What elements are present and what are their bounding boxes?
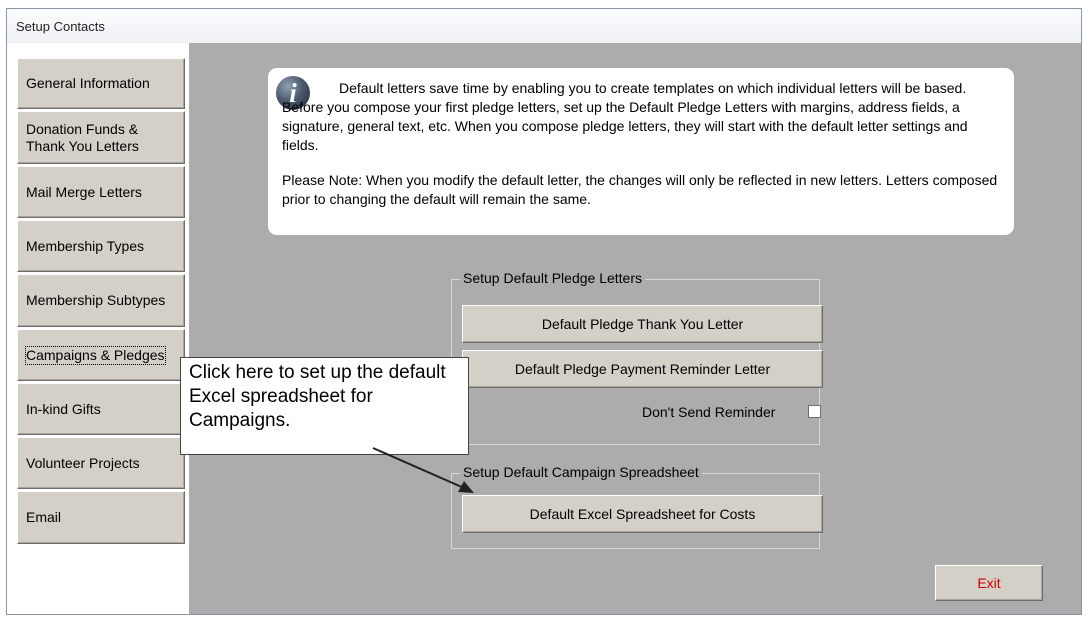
sidebar-item-label: Membership Types — [26, 237, 145, 254]
group-title: Setup Default Campaign Spreadsheet — [460, 464, 702, 480]
info-note: Please Note: When you modify the default… — [282, 172, 998, 207]
sidebar-item-campaigns-pledges[interactable]: Campaigns & Pledges — [17, 329, 185, 381]
group-title: Setup Default Pledge Letters — [460, 270, 646, 286]
sidebar-item-email[interactable]: Email — [17, 491, 185, 544]
exit-button[interactable]: Exit — [935, 565, 1043, 601]
sidebar-item-membership-types[interactable]: Membership Types — [17, 220, 185, 272]
default-pledge-thank-you-button[interactable]: Default Pledge Thank You Letter — [462, 305, 823, 343]
sidebar-item-in-kind-gifts[interactable]: In-kind Gifts — [17, 383, 185, 435]
main-content: i Default letters save time by enabling … — [189, 43, 1081, 614]
sidebar-item-general-information[interactable]: General Information — [17, 58, 185, 109]
sidebar-item-label: Email — [26, 509, 62, 525]
sidebar-item-label: General Information — [26, 75, 150, 91]
callout-annotation: Click here to set up the default Excel s… — [180, 357, 469, 455]
info-paragraph: Default letters save time by enabling yo… — [282, 80, 968, 153]
sidebar-item-label: In-kind Gifts — [26, 400, 101, 417]
sidebar-item-label: Volunteer Projects — [26, 454, 140, 471]
sidebar-item-mail-merge-letters[interactable]: Mail Merge Letters — [17, 166, 185, 218]
default-excel-spreadsheet-button[interactable]: Default Excel Spreadsheet for Costs — [462, 495, 823, 533]
sidebar-item-label: Mail Merge Letters — [26, 183, 142, 200]
title-bar: Setup Contacts — [7, 9, 1081, 44]
default-pledge-reminder-button[interactable]: Default Pledge Payment Reminder Letter — [462, 350, 823, 388]
window-title: Setup Contacts — [16, 19, 105, 34]
sidebar-item-membership-subtypes[interactable]: Membership Subtypes — [17, 274, 185, 327]
sidebar-item-label: Campaigns & Pledges — [25, 345, 166, 365]
sidebar-item-donation-funds[interactable]: Donation Funds & Thank You Letters — [17, 111, 185, 164]
dont-send-reminder-checkbox[interactable] — [808, 405, 821, 418]
sidebar-item-volunteer-projects[interactable]: Volunteer Projects — [17, 437, 185, 489]
dont-send-reminder-label: Don't Send Reminder — [642, 404, 776, 420]
setup-contacts-window: Setup Contacts General Information Donat… — [6, 8, 1082, 615]
sidebar-item-label: Membership Subtypes — [26, 292, 166, 308]
info-panel: i Default letters save time by enabling … — [268, 68, 1014, 235]
sidebar-item-label: Donation Funds & Thank You Letters — [26, 120, 139, 154]
sidebar: General Information Donation Funds & Tha… — [7, 43, 189, 614]
